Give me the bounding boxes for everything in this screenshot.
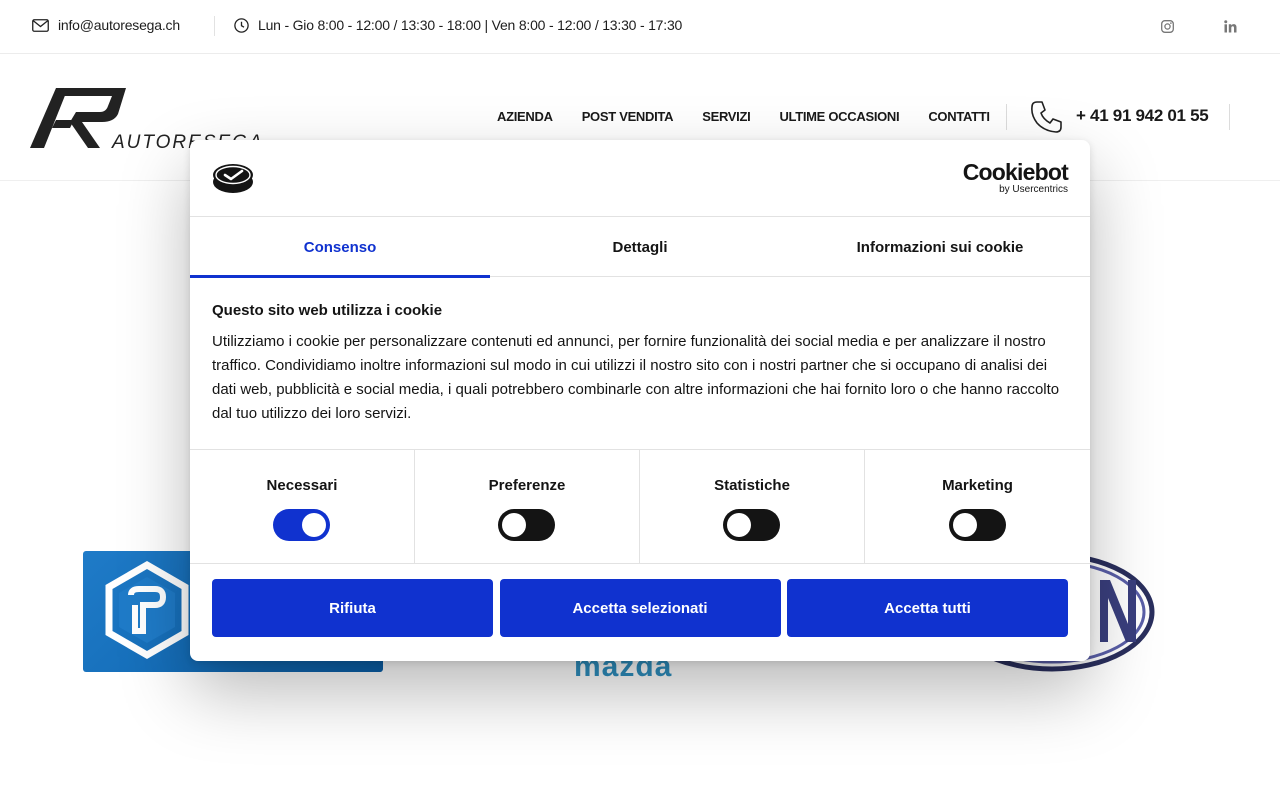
instagram-icon <box>1160 19 1174 33</box>
main-navigation: AZIENDA POST VENDITA SERVIZI ULTIME OCCA… <box>497 109 1019 124</box>
category-label: Statistiche <box>714 477 790 494</box>
category-label: Preferenze <box>488 477 566 494</box>
mail-icon <box>32 18 49 32</box>
toggle-knob <box>302 513 326 537</box>
toggle-marketing[interactable] <box>948 509 1006 541</box>
nav-post-vendita[interactable]: POST VENDITA <box>582 109 674 124</box>
linkedin-icon <box>1223 19 1236 32</box>
email-link[interactable]: info@autoresega.ch <box>32 17 180 33</box>
dialog-header: Cookiebot by Usercentrics <box>190 140 1090 217</box>
nav-contatti[interactable]: CONTATTI <box>928 109 990 124</box>
clock-icon <box>234 17 249 33</box>
cookie-tabs: Consenso Dettagli Informazioni sui cooki… <box>190 217 1090 278</box>
phone-icon <box>1031 101 1062 133</box>
tab-informazioni[interactable]: Informazioni sui cookie <box>790 217 1090 277</box>
category-marketing: Marketing <box>865 450 1090 564</box>
opening-hours: Lun - Gio 8:00 - 12:00 / 13:30 - 18:00 |… <box>234 17 682 33</box>
category-label: Marketing <box>942 477 1013 494</box>
cookie-title: Questo sito web utilizza i cookie <box>212 302 443 319</box>
toggle-knob <box>952 513 977 537</box>
phone-number[interactable]: + 41 91 942 01 55 <box>1076 106 1209 126</box>
toggle-knob <box>502 513 526 537</box>
cookie-buttons: Rifiuta Accetta selezionati Accetta tutt… <box>212 579 1068 637</box>
accept-selected-button[interactable]: Accetta selezionati <box>499 579 781 637</box>
toggle-necessari[interactable] <box>273 509 330 541</box>
cookie-check-icon <box>213 164 253 193</box>
toggle-statistiche[interactable] <box>723 509 780 541</box>
tab-dettagli[interactable]: Dettagli <box>490 217 790 277</box>
header-divider <box>1006 104 1007 130</box>
category-necessari: Necessari <box>190 450 415 564</box>
cookie-consent-dialog: Cookiebot by Usercentrics Consenso Detta… <box>190 140 1090 661</box>
instagram-link[interactable] <box>1158 17 1176 35</box>
topbar-divider <box>214 16 215 36</box>
hours-text: Lun - Gio 8:00 - 12:00 / 13:30 - 18:00 |… <box>258 17 683 33</box>
accept-all-button[interactable]: Accetta tutti <box>787 579 1068 637</box>
nav-ultime-occasioni[interactable]: ULTIME OCCASIONI <box>779 109 899 124</box>
cookie-description: Utilizziamo i cookie per personalizzare … <box>212 333 1060 422</box>
top-bar: info@autoresega.ch Lun - Gio 8:00 - 12:0… <box>0 0 1280 54</box>
toggle-preferenze[interactable] <box>498 509 555 541</box>
cookiebot-by: by Usercentrics <box>999 184 1068 195</box>
category-preferenze: Preferenze <box>415 450 640 564</box>
email-text: info@autoresega.ch <box>58 17 180 33</box>
cookiebot-name: Cookiebot <box>962 159 1069 185</box>
header-divider-right <box>1229 104 1230 130</box>
linkedin-link[interactable] <box>1221 17 1239 35</box>
reject-button[interactable]: Rifiuta <box>212 579 493 637</box>
category-label: Necessari <box>266 477 338 494</box>
tab-consenso[interactable]: Consenso <box>190 217 490 278</box>
category-statistiche: Statistiche <box>640 450 865 564</box>
nav-azienda[interactable]: AZIENDA <box>497 109 553 124</box>
cookie-categories: Necessari Preferenze Statistiche Marketi… <box>190 449 1090 564</box>
toggle-knob <box>727 513 751 537</box>
cookiebot-brand[interactable]: Cookiebot by Usercentrics <box>962 159 1069 196</box>
nav-servizi[interactable]: SERVIZI <box>702 109 751 124</box>
